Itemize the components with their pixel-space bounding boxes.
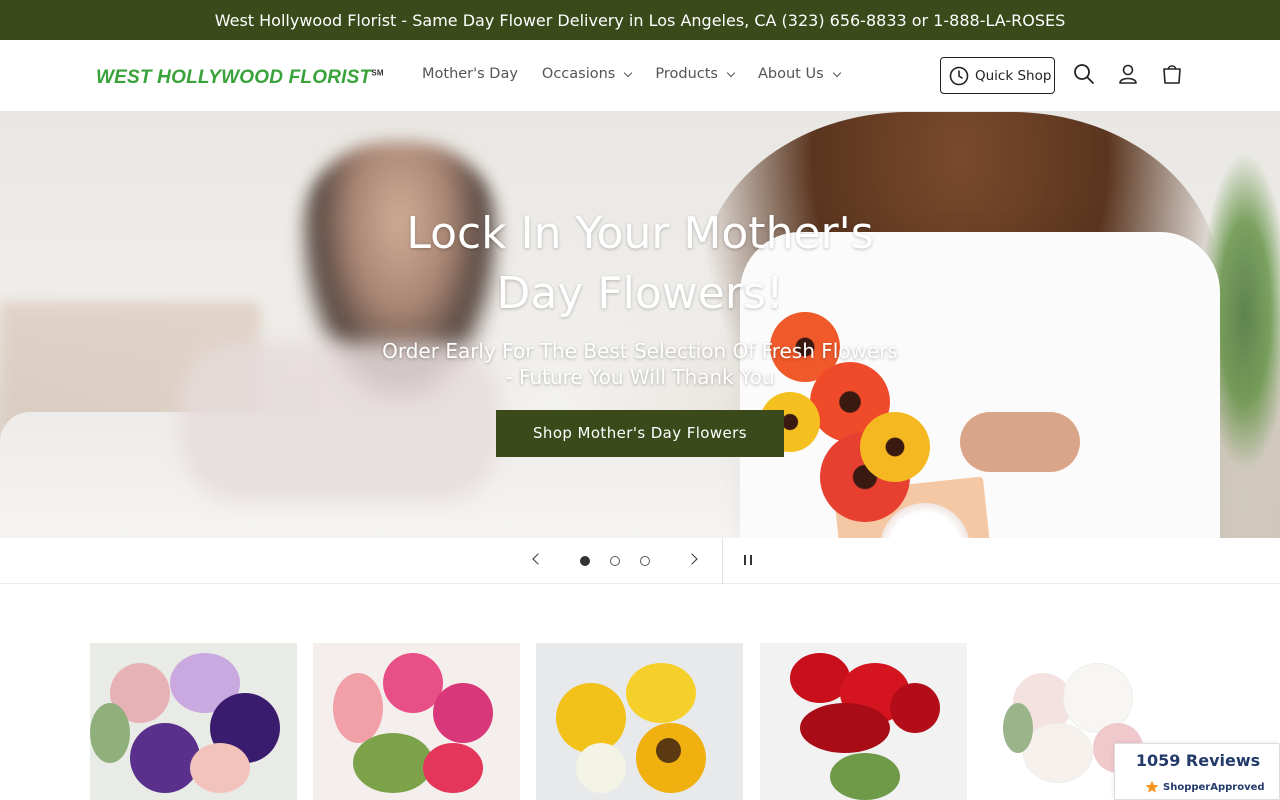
site-header: WEST HOLLYWOOD FLORISTSM Mother's Day Oc… (0, 40, 1280, 112)
chevron-down-icon (832, 68, 841, 77)
announcement-bar: West Hollywood Florist - Same Day Flower… (0, 0, 1280, 40)
hero-subtitle-line: - Future You Will Thank You (505, 365, 775, 389)
quick-shop-button[interactable]: Quick Shop (940, 57, 1055, 94)
announcement-text: West Hollywood Florist - Same Day Flower… (214, 10, 1066, 30)
slide-dot-2[interactable] (610, 556, 620, 566)
hero-title: Lock In Your Mother's Day Flowers! (340, 204, 940, 324)
site-logo[interactable]: WEST HOLLYWOOD FLORISTSM (96, 67, 384, 89)
slider-controls (0, 538, 1280, 584)
nav-item-about-us[interactable]: About Us (757, 66, 841, 82)
controls-divider (722, 538, 723, 584)
hero-banner: Lock In Your Mother's Day Flowers! Order… (0, 112, 1280, 538)
pause-slideshow-icon[interactable] (744, 555, 752, 565)
slide-dot-3[interactable] (640, 556, 650, 566)
account-icon[interactable] (1116, 62, 1140, 86)
next-slide-icon[interactable] (686, 553, 698, 565)
hero-content: Lock In Your Mother's Day Flowers! Order… (340, 204, 940, 457)
product-tile-sunflower-bouquet[interactable] (536, 643, 743, 800)
cart-icon[interactable] (1160, 62, 1184, 86)
hero-subtitle: Order Early For The Best Selection Of Fr… (340, 338, 940, 390)
product-grid (90, 643, 1190, 800)
chevron-down-icon (726, 68, 736, 77)
quick-shop-label: Quick Shop (975, 67, 1052, 84)
shop-mothers-day-button[interactable]: Shop Mother's Day Flowers (496, 410, 784, 457)
previous-slide-icon[interactable] (532, 553, 544, 565)
product-tile-red-roses[interactable] (760, 643, 967, 800)
star-icon (1145, 780, 1159, 793)
main-nav: Mother's Day Occasions Products About Us (422, 66, 841, 82)
nav-item-mothers-day[interactable]: Mother's Day (422, 66, 518, 82)
shopper-approved-logo: ShopperApproved (1145, 780, 1265, 794)
nav-label: Products (655, 66, 718, 82)
hero-girl-arm (960, 412, 1080, 472)
shopper-approved-text: ShopperApproved (1163, 781, 1265, 793)
logo-text: WEST HOLLYWOOD FLORIST (96, 67, 372, 88)
product-tile-purple-bouquet[interactable] (90, 643, 297, 800)
hero-title-line: Day Flowers! (496, 268, 784, 319)
nav-label: About Us (757, 66, 824, 82)
search-icon[interactable] (1072, 62, 1096, 86)
reviews-badge[interactable]: 1059 Reviews ShopperApproved (1114, 743, 1280, 800)
slide-dot-1[interactable] (580, 556, 590, 566)
hero-title-line: Lock In Your Mother's (406, 208, 874, 259)
nav-item-occasions[interactable]: Occasions (541, 66, 633, 82)
clock-icon (949, 66, 969, 85)
reviews-count: 1059 Reviews (1135, 751, 1261, 770)
product-tile-pink-bouquet[interactable] (313, 643, 520, 800)
logo-service-mark: SM (371, 68, 384, 78)
nav-label: Occasions (541, 66, 616, 82)
nav-label: Mother's Day (422, 66, 518, 82)
nav-item-products[interactable]: Products (655, 66, 736, 82)
hero-subtitle-line: Order Early For The Best Selection Of Fr… (382, 339, 898, 363)
chevron-down-icon (624, 68, 633, 77)
